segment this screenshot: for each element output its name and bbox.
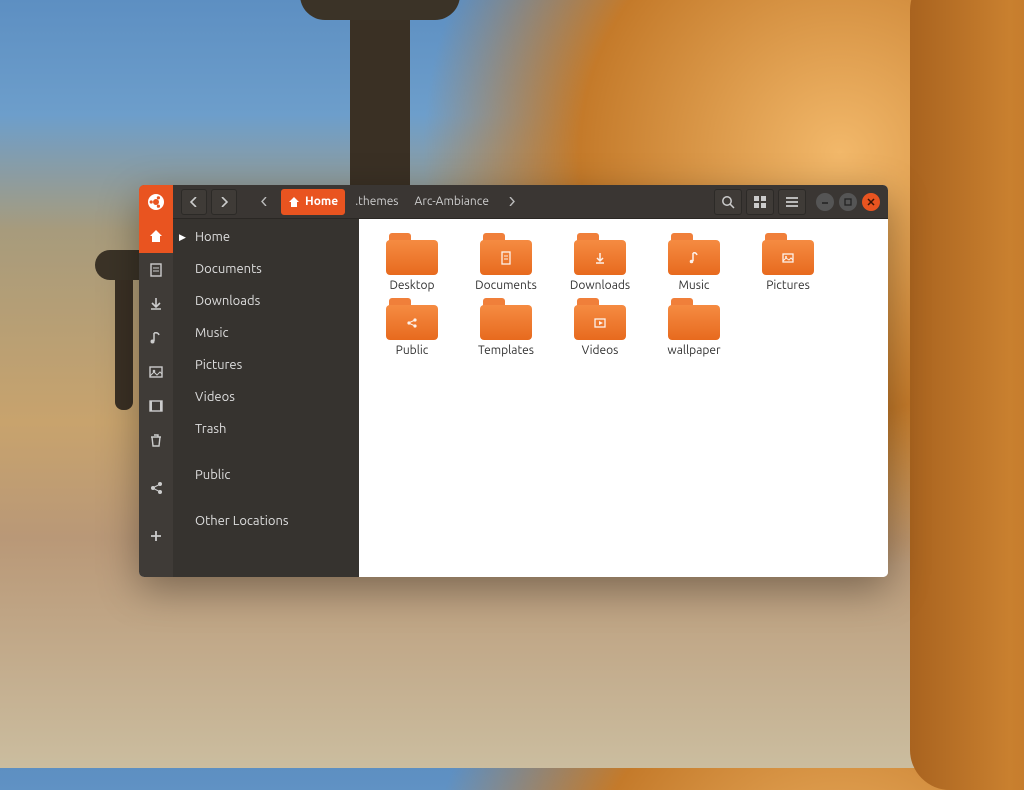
sidebar-item-label: Documents — [195, 262, 262, 276]
sidebar-item-pictures[interactable]: Pictures — [173, 349, 359, 381]
folder-icon — [762, 233, 814, 275]
trash-icon[interactable] — [139, 423, 173, 457]
sidebar-item-label: Public — [195, 468, 230, 482]
folder-label: Pictures — [766, 279, 810, 292]
folder-label: Downloads — [570, 279, 630, 292]
sidebar-item-label: Trash — [195, 422, 226, 436]
file-grid: Desktop Documents Downloads Music Pictures Pu… — [359, 219, 888, 577]
folder-icon — [668, 233, 720, 275]
folder-label: Templates — [478, 344, 534, 357]
sidebar-item-label: Videos — [195, 390, 235, 404]
folder-label: Music — [679, 279, 710, 292]
folder-music[interactable]: Music — [651, 233, 737, 292]
hamburger-menu-button[interactable] — [778, 189, 806, 215]
view-grid-button[interactable] — [746, 189, 774, 215]
back-button[interactable] — [181, 189, 207, 215]
folder-icon — [574, 298, 626, 340]
sidebar-item-trash[interactable]: Trash — [173, 413, 359, 445]
sidebar-item-music[interactable]: Music — [173, 317, 359, 349]
sidebar-item-videos[interactable]: Videos — [173, 381, 359, 413]
folder-templates[interactable]: Templates — [463, 298, 549, 357]
folder-public[interactable]: Public — [369, 298, 455, 357]
documents-icon[interactable] — [139, 253, 173, 287]
sidebar-item-label: Other Locations — [195, 514, 289, 528]
file-manager-window: Home .themes Arc-Ambiance ▶Home Documents… — [139, 185, 888, 577]
folder-icon — [668, 298, 720, 340]
minimize-button[interactable] — [816, 193, 834, 211]
launcher-rail — [139, 219, 173, 577]
folder-icon — [574, 233, 626, 275]
forward-button[interactable] — [211, 189, 237, 215]
sidebar-item-label: Home — [195, 230, 230, 244]
sidebar-item-other-locations[interactable]: Other Locations — [173, 505, 359, 537]
maximize-button[interactable] — [839, 193, 857, 211]
folder-label: Videos — [582, 344, 619, 357]
videos-icon[interactable] — [139, 389, 173, 423]
ubuntu-logo-icon[interactable] — [139, 185, 173, 219]
folder-icon — [386, 233, 438, 275]
folder-label: Desktop — [389, 279, 434, 292]
path-next-button[interactable] — [499, 189, 525, 215]
breadcrumb-home[interactable]: Home — [281, 189, 345, 215]
folder-icon — [386, 298, 438, 340]
breadcrumb-themes[interactable]: .themes — [349, 189, 404, 215]
folder-icon — [480, 298, 532, 340]
music-icon[interactable] — [139, 321, 173, 355]
titlebar: Home .themes Arc-Ambiance — [139, 185, 888, 219]
pictures-icon[interactable] — [139, 355, 173, 389]
folder-pictures[interactable]: Pictures — [745, 233, 831, 292]
other-locations-icon[interactable] — [139, 519, 173, 553]
search-button[interactable] — [714, 189, 742, 215]
sidebar-item-public[interactable]: Public — [173, 459, 359, 491]
folder-videos[interactable]: Videos — [557, 298, 643, 357]
public-icon[interactable] — [139, 471, 173, 505]
folder-wallpaper[interactable]: wallpaper — [651, 298, 737, 357]
folder-label: Public — [396, 344, 429, 357]
sidebar-item-label: Downloads — [195, 294, 260, 308]
folder-desktop[interactable]: Desktop — [369, 233, 455, 292]
folder-label: wallpaper — [667, 344, 720, 357]
downloads-icon[interactable] — [139, 287, 173, 321]
path-prev-button[interactable] — [251, 189, 277, 215]
folder-downloads[interactable]: Downloads — [557, 233, 643, 292]
breadcrumb-home-label: Home — [305, 195, 338, 208]
sidebar-item-documents[interactable]: Documents — [173, 253, 359, 285]
sidebar-item-label: Pictures — [195, 358, 242, 372]
breadcrumb-arc-ambiance[interactable]: Arc-Ambiance — [409, 189, 495, 215]
close-button[interactable] — [862, 193, 880, 211]
folder-icon — [480, 233, 532, 275]
sidebar-item-home[interactable]: ▶Home — [173, 221, 359, 253]
sidebar-item-label: Music — [195, 326, 229, 340]
folder-documents[interactable]: Documents — [463, 233, 549, 292]
places-sidebar: ▶Home Documents Downloads Music Pictures Vide… — [173, 219, 359, 577]
folder-label: Documents — [475, 279, 537, 292]
sidebar-item-downloads[interactable]: Downloads — [173, 285, 359, 317]
home-icon[interactable] — [139, 219, 173, 253]
